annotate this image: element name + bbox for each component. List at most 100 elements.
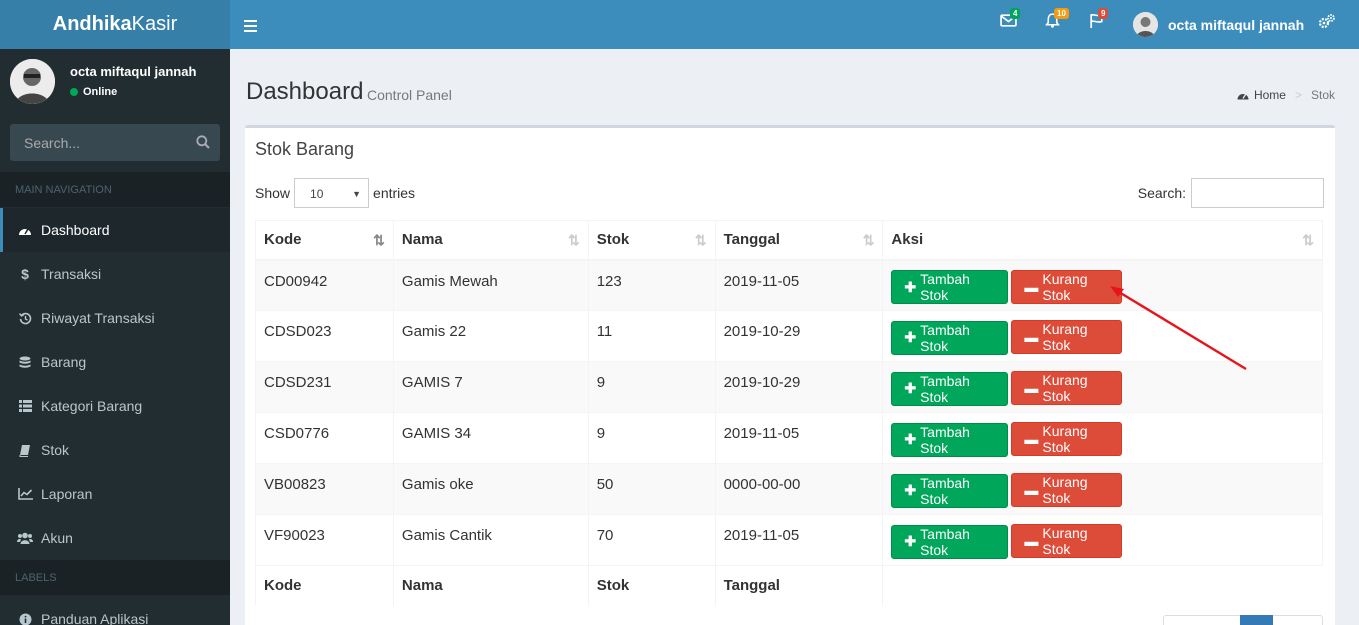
- kurang-stok-button[interactable]: ▬ Kurang Stok: [1011, 422, 1123, 456]
- sidebar-item-label: Akun: [41, 530, 73, 546]
- sidebar-item-akun[interactable]: Akun: [0, 516, 230, 560]
- tambah-stok-button[interactable]: ✚ Tambah Stok: [891, 473, 1009, 508]
- column-header-kode[interactable]: Kode ⇅: [255, 220, 394, 261]
- pagination-current-page[interactable]: [1240, 615, 1273, 625]
- minus-icon: ▬: [1024, 482, 1039, 498]
- minus-icon: ▬: [1024, 278, 1039, 295]
- cell-stok: 11: [587, 310, 716, 362]
- minus-icon: ▬: [1024, 533, 1039, 549]
- sidebar-item-label: Stok: [41, 442, 70, 458]
- sort-icon: ⇅: [862, 232, 875, 248]
- breadcrumb-current: Stok: [1310, 88, 1335, 102]
- tambah-stok-button[interactable]: ✚ Tambah Stok: [891, 270, 1009, 304]
- cell-stok: 70: [587, 514, 716, 566]
- breadcrumb: Home > Stok: [1237, 88, 1335, 102]
- cell-tanggal: 0000-00-00: [714, 463, 884, 515]
- messages-badge: 4: [1010, 8, 1021, 19]
- tambah-stok-label: Tambah Stok: [920, 271, 970, 303]
- notifications-button[interactable]: 10: [1044, 8, 1069, 34]
- plus-icon: ✚: [904, 329, 917, 345]
- sort-icon: ⇅: [1302, 232, 1314, 248]
- users-icon: [17, 530, 33, 546]
- tambah-stok-label: Tambah Stok: [920, 525, 970, 558]
- tambah-stok-button[interactable]: ✚ Tambah Stok: [891, 422, 1009, 457]
- tambah-stok-button[interactable]: ✚ Tambah Stok: [891, 371, 1009, 406]
- cell-kode: CSD0776: [255, 412, 394, 464]
- footer-stok: Stok: [587, 565, 716, 606]
- kurang-stok-label: Kurang Stok: [1042, 423, 1088, 455]
- footer-tanggal: Tanggal: [714, 565, 884, 606]
- plus-icon: ✚: [904, 431, 917, 447]
- sidebar-toggle-button[interactable]: [244, 14, 260, 34]
- cell-nama: Gamis oke: [392, 463, 589, 515]
- column-header-aksi[interactable]: Aksi ⇅: [882, 220, 1323, 261]
- cell-tanggal: 2019-10-29: [714, 310, 884, 362]
- dashboard-icon: [17, 222, 33, 238]
- tambah-stok-label: Tambah Stok: [920, 423, 970, 456]
- breadcrumb-home-link[interactable]: Home: [1254, 88, 1286, 102]
- user-menu-name: octa miftaqul jannah: [1168, 16, 1305, 33]
- column-header-tanggal[interactable]: Tanggal ⇅: [714, 220, 884, 261]
- entries-select-value: 10: [310, 187, 324, 201]
- avatar: [1133, 12, 1158, 37]
- sidebar-search-input[interactable]: [10, 124, 185, 161]
- sidebar-item-dashboard[interactable]: Dashboard: [0, 208, 230, 252]
- sidebar-item-label: Riwayat Transaksi: [41, 310, 155, 326]
- entries-label: entries: [373, 185, 416, 201]
- tambah-stok-button[interactable]: ✚ Tambah Stok: [891, 524, 1009, 559]
- cell-nama: GAMIS 7: [392, 361, 589, 413]
- show-label: Show: [255, 185, 291, 201]
- control-sidebar-button[interactable]: [1318, 13, 1336, 34]
- cell-stok: 9: [587, 412, 716, 464]
- top-navbar: 4 10 9 octa miftaqul jannah: [230, 0, 1359, 49]
- table-search-input[interactable]: [1191, 178, 1324, 208]
- avatar: [10, 59, 55, 104]
- user-menu[interactable]: octa miftaqul jannah: [1133, 12, 1304, 37]
- messages-button[interactable]: 4: [1000, 8, 1022, 34]
- kurang-stok-button[interactable]: ▬ Kurang Stok: [1011, 524, 1123, 558]
- entries-length-control: Show 10 ▼ entries: [255, 178, 415, 208]
- cell-stok: 123: [587, 259, 716, 311]
- tambah-stok-button[interactable]: ✚ Tambah Stok: [891, 320, 1009, 355]
- sort-icon: ⇅: [567, 232, 580, 248]
- tasks-button[interactable]: 9: [1088, 8, 1110, 34]
- annotation-arrow-icon: [1110, 286, 1247, 371]
- notifications-badge: 10: [1054, 8, 1069, 19]
- breadcrumb-separator: >: [1294, 88, 1302, 102]
- pagination: [1163, 615, 1323, 625]
- sidebar-item-kategori-barang[interactable]: Kategori Barang: [0, 384, 230, 428]
- minus-icon: ▬: [1024, 431, 1039, 447]
- sidebar-item-laporan[interactable]: Laporan: [0, 472, 230, 516]
- search-icon: [196, 135, 210, 149]
- sidebar-item-label: Transaksi: [41, 266, 102, 282]
- sidebar-item-label: Dashboard: [41, 222, 110, 238]
- page-subtitle: Control Panel: [367, 87, 452, 103]
- sidebar-item-riwayat-transaksi[interactable]: Riwayat Transaksi: [0, 296, 230, 340]
- brand-bold: Andhika: [52, 13, 132, 35]
- column-header-nama[interactable]: Nama ⇅: [392, 220, 589, 261]
- footer-nama: Nama: [392, 565, 589, 606]
- cell-nama: Gamis Mewah: [392, 259, 589, 311]
- column-header-stok[interactable]: Stok ⇅: [587, 220, 716, 261]
- cell-tanggal: 2019-11-05: [714, 412, 884, 464]
- dashboard-icon: [1237, 94, 1249, 100]
- sidebar-item-barang[interactable]: Barang: [0, 340, 230, 384]
- sidebar-item-transaksi[interactable]: $ Transaksi: [0, 252, 230, 296]
- table-search-label: Search:: [1137, 185, 1186, 201]
- dollar-icon: $: [21, 266, 29, 282]
- cell-tanggal: 2019-11-05: [714, 259, 884, 311]
- search-button[interactable]: [196, 135, 210, 152]
- entries-select[interactable]: 10 ▼: [294, 178, 370, 208]
- user-panel: octa miftaqul jannah Online: [10, 59, 220, 109]
- cell-aksi: ✚ Tambah Stok ▬ Kurang Stok: [882, 463, 1323, 515]
- brand-logo[interactable]: Andhika Kasir: [0, 0, 230, 49]
- cell-nama: Gamis 22: [392, 310, 589, 362]
- plus-icon: ✚: [904, 278, 917, 295]
- tambah-stok-label: Tambah Stok: [920, 321, 970, 354]
- info-icon: [17, 611, 33, 625]
- table-row: CSD0776 GAMIS 34 9 2019-11-05 ✚ Tambah Stok ▬ K…: [255, 412, 1323, 464]
- sidebar-item-stok[interactable]: Stok: [0, 428, 230, 472]
- sidebar-item-panduan-aplikasi[interactable]: Panduan Aplikasi: [0, 597, 230, 625]
- kurang-stok-button[interactable]: ▬ Kurang Stok: [1011, 473, 1123, 507]
- gears-icon: [1318, 14, 1335, 29]
